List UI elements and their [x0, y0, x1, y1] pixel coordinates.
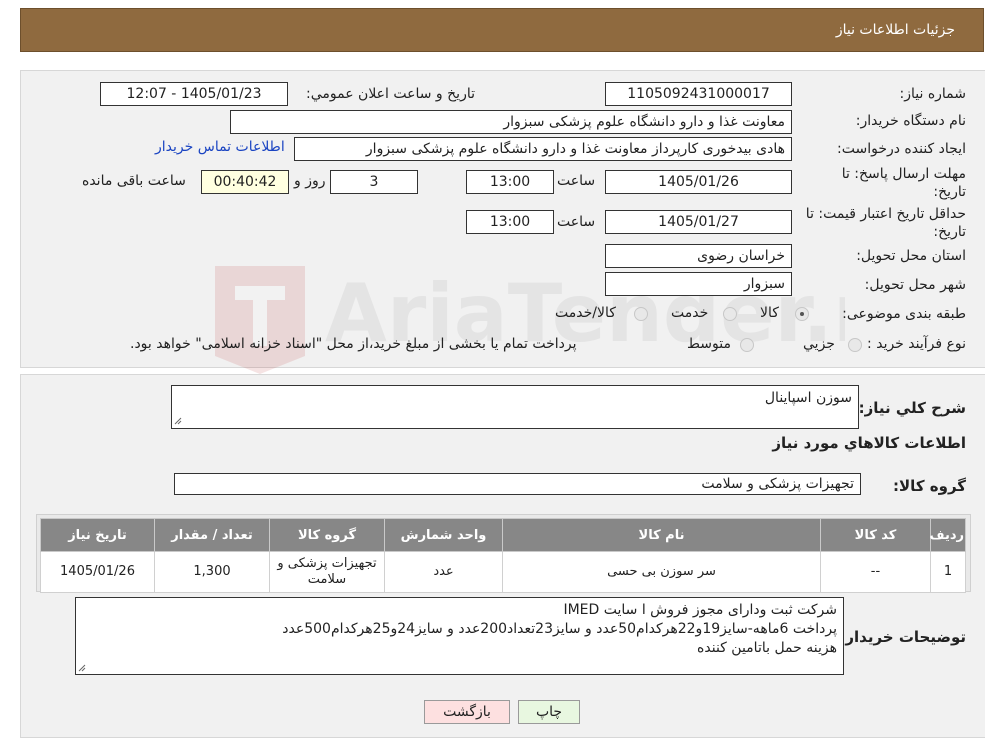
need-number-field: 1105092431000017 [605, 82, 792, 106]
process-radio-medium[interactable] [740, 338, 754, 352]
col-header-quantity: تعداد / مقدار [154, 518, 270, 552]
price-validity-label-date: تاریخ: [933, 224, 966, 240]
province-label: استان محل تحویل: [856, 248, 966, 264]
col-header-row-number: رديف [929, 518, 966, 552]
col-header-need-date: تاریخ نیاز [40, 518, 155, 552]
col-header-item-code: كد كالا [820, 518, 931, 552]
buyer-contact-link[interactable]: اطلاعات تماس خریدار [155, 139, 285, 155]
items-table: رديف كد كالا نام كالا واحد شمارش گروه كا… [40, 518, 966, 593]
deadline-label-date: تاریخ: [933, 184, 966, 200]
city-field: سبزوار [605, 272, 792, 296]
cell-row-number: 1 [930, 551, 966, 593]
days-remaining-field: 3 [330, 170, 418, 194]
price-validity-time-field: 13:00 [466, 210, 554, 234]
general-description-text: سوزن اسپاینال [764, 390, 852, 406]
process-radio-minor[interactable] [848, 338, 862, 352]
price-validity-date-field: 1405/01/27 [605, 210, 792, 234]
process-payment-note: پرداخت تمام یا بخشی از مبلغ خرید،از محل … [130, 336, 577, 352]
announce-datetime-label: تاریخ و ساعت اعلان عمومي: [306, 86, 475, 102]
requester-field: هادی بیدخوری کارپرداز معاونت غذا و دارو … [294, 137, 792, 161]
deadline-date-field: 1405/01/26 [605, 170, 792, 194]
buyer-org-label: نام دستگاه خریدار: [855, 113, 966, 129]
resize-grip-icon[interactable] [174, 417, 182, 425]
buyer-notes-line-1: شرکت ثبت ودارای مجوز فروش ا سایت IMED [563, 602, 837, 618]
buyer-notes-line-2: پرداخت 6ماهه-سایز19و22هرکدام50عدد و سایز… [282, 621, 837, 637]
table-row: 1 -- سر سوزن بی حسی عدد تجهیزات پزشکی و … [40, 551, 966, 593]
process-option-medium: متوسط [687, 336, 731, 352]
goods-group-field: تجهیزات پزشکی و سلامت [174, 473, 861, 495]
print-button[interactable]: چاپ [518, 700, 580, 724]
announce-datetime-field: 1405/01/23 - 12:07 [100, 82, 288, 106]
goods-info-title: اطلاعات كالاهاي مورد نياز [772, 434, 966, 452]
province-field: خراسان رضوی [605, 244, 792, 268]
buyer-notes-label: توضیحات خریدار: [839, 628, 966, 646]
category-radio-goods[interactable] [795, 307, 809, 321]
general-description-field: سوزن اسپاینال [171, 385, 859, 429]
buyer-notes-line-3: هزینه حمل باتامین کننده [697, 640, 837, 656]
col-header-item-name: نام كالا [502, 518, 821, 552]
purchase-process-label: نوع فرآیند خرید : [867, 336, 966, 352]
col-header-unit: واحد شمارش [384, 518, 503, 552]
col-header-item-group: گروه كالا [269, 518, 385, 552]
cell-quantity: 1,300 [154, 551, 270, 593]
need-number-label: شماره نیاز: [899, 86, 967, 102]
cell-unit: عدد [384, 551, 503, 593]
goods-group-label: گروه كالا: [893, 477, 966, 495]
category-radio-goods-service[interactable] [634, 307, 648, 321]
price-validity-label: حداقل تاریخ اعتبار قیمت: تا [805, 206, 966, 222]
deadline-label: مهلت ارسال پاسخ: تا [841, 166, 966, 182]
deadline-time-field: 13:00 [466, 170, 554, 194]
days-label: روز و [294, 173, 326, 189]
cell-item-code: -- [820, 551, 931, 593]
page-header: جزئیات اطلاعات نیاز [20, 8, 984, 52]
general-description-label: شرح كلي نياز: [858, 399, 966, 417]
back-button[interactable]: بازگشت [424, 700, 510, 724]
remaining-time-field: 00:40:42 [201, 170, 289, 194]
process-option-minor: جزیي [803, 336, 835, 352]
requester-label: ایجاد کننده درخواست: [837, 141, 966, 157]
resize-grip-icon[interactable] [78, 664, 86, 672]
category-option-service: خدمت [671, 305, 709, 321]
deadline-time-label: ساعت [557, 173, 596, 189]
buyer-org-field: معاونت غذا و دارو دانشگاه علوم پزشکی سبز… [230, 110, 792, 134]
price-validity-time-label: ساعت [557, 214, 596, 230]
cell-need-date: 1405/01/26 [40, 551, 155, 593]
category-radio-service[interactable] [723, 307, 737, 321]
category-option-goods: کالا [760, 305, 779, 321]
page-title: جزئیات اطلاعات نیاز [835, 22, 955, 38]
remaining-time-label: ساعت باقی مانده [82, 173, 186, 189]
cell-item-name: سر سوزن بی حسی [502, 551, 821, 593]
category-label: طبقه بندی موضوعی: [842, 306, 966, 322]
cell-item-group: تجهیزات پزشکی و سلامت [269, 551, 385, 593]
category-option-goods-service: کالا/خدمت [555, 305, 616, 321]
city-label: شهر محل تحویل: [864, 277, 966, 293]
table-header-row: رديف كد كالا نام كالا واحد شمارش گروه كا… [40, 518, 966, 552]
buyer-notes-field: شرکت ثبت ودارای مجوز فروش ا سایت IMED پر… [75, 597, 844, 675]
